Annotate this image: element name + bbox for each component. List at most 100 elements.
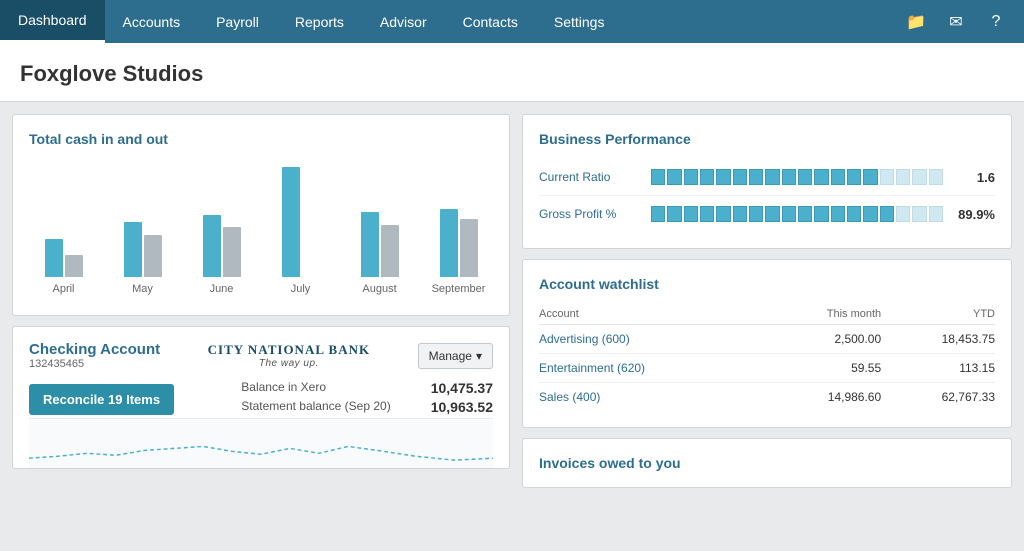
balance-xero-value: 10,475.37 xyxy=(431,380,493,396)
reconcile-button[interactable]: Reconcile 19 Items xyxy=(29,384,174,415)
bar-blue xyxy=(124,222,142,277)
bar-group-july: July xyxy=(266,157,335,295)
metric-seg xyxy=(667,206,681,222)
account-details: Reconcile 19 Items Balance in Xero 10,47… xyxy=(29,380,493,418)
metric-seg xyxy=(716,206,730,222)
checking-account-card: Checking Account 132435465 CITY NATIONAL… xyxy=(12,326,510,469)
bar-gray xyxy=(144,235,162,277)
col-account: Account xyxy=(539,304,765,325)
metric-seg xyxy=(684,169,698,185)
top-navigation: Dashboard Accounts Payroll Reports Advis… xyxy=(0,0,1024,43)
bank-logo: CITY NATIONAL BANK The way up. xyxy=(208,342,370,369)
watchlist-account-2[interactable]: Sales (400) xyxy=(539,383,765,412)
metric-seg xyxy=(847,206,861,222)
nav-dashboard[interactable]: Dashboard xyxy=(0,0,105,43)
metric-seg xyxy=(782,169,796,185)
metric-seg xyxy=(651,206,665,222)
watchlist-this-month-1: 59.55 xyxy=(765,354,881,383)
bar-blue xyxy=(203,215,221,277)
nav-settings[interactable]: Settings xyxy=(536,0,623,43)
metric-label-1[interactable]: Gross Profit % xyxy=(539,207,639,221)
statement-balance-value: 10,963.52 xyxy=(431,399,493,415)
bar-blue xyxy=(361,212,379,277)
bar-label: July xyxy=(291,283,311,295)
manage-button[interactable]: Manage ▾ xyxy=(418,343,493,369)
metric-seg xyxy=(929,206,943,222)
bar-label: August xyxy=(362,283,396,295)
folder-icon[interactable]: 📁 xyxy=(898,4,934,40)
chevron-down-icon: ▾ xyxy=(476,349,482,363)
metric-seg xyxy=(651,169,665,185)
bar-group-september: September xyxy=(424,157,493,295)
company-name: Foxglove Studios xyxy=(20,61,1004,87)
bar-group-may: May xyxy=(108,157,177,295)
right-panel: Business Performance Current Ratio1.6Gro… xyxy=(522,114,1012,488)
metric-seg xyxy=(765,169,779,185)
bar-label: May xyxy=(132,283,153,295)
bars-april xyxy=(45,157,83,277)
metric-row-0: Current Ratio1.6 xyxy=(539,159,995,196)
metric-seg xyxy=(814,169,828,185)
mini-chart-svg xyxy=(29,419,493,468)
metric-seg xyxy=(700,169,714,185)
bar-blue xyxy=(440,209,458,277)
account-title-block: Checking Account 132435465 xyxy=(29,341,160,370)
bar-blue xyxy=(45,239,63,277)
account-header: Checking Account 132435465 CITY NATIONAL… xyxy=(29,341,493,370)
metric-seg xyxy=(863,169,877,185)
watchlist-account-0[interactable]: Advertising (600) xyxy=(539,325,765,354)
col-ytd: YTD xyxy=(881,304,995,325)
bar-group-august: August xyxy=(345,157,414,295)
metric-seg xyxy=(896,206,910,222)
main-content: Total cash in and out AprilMayJuneJulyAu… xyxy=(0,102,1024,500)
statement-balance-label: Statement balance (Sep 20) xyxy=(241,399,390,415)
metrics-container: Current Ratio1.6Gross Profit %89.9% xyxy=(539,159,995,232)
cash-card: Total cash in and out AprilMayJuneJulyAu… xyxy=(12,114,510,316)
watchlist-table: Account This month YTD Advertising (600)… xyxy=(539,304,995,411)
watchlist-this-month-0: 2,500.00 xyxy=(765,325,881,354)
cash-card-title: Total cash in and out xyxy=(29,131,493,147)
nav-reports[interactable]: Reports xyxy=(277,0,362,43)
metric-seg xyxy=(863,206,877,222)
bar-label: April xyxy=(52,283,74,295)
watchlist-row-2: Sales (400)14,986.6062,767.33 xyxy=(539,383,995,412)
metric-seg xyxy=(798,206,812,222)
metric-bar-container-0 xyxy=(651,169,943,185)
nav-advisor[interactable]: Advisor xyxy=(362,0,445,43)
checking-account-title: Checking Account xyxy=(29,341,160,358)
metric-seg xyxy=(831,206,845,222)
watchlist-row-1: Entertainment (620)59.55113.15 xyxy=(539,354,995,383)
metric-seg xyxy=(896,169,910,185)
metric-seg xyxy=(733,169,747,185)
metric-seg xyxy=(880,206,894,222)
balance-info: Balance in Xero 10,475.37 Statement bala… xyxy=(241,380,493,418)
bars-september xyxy=(440,157,478,277)
metric-seg xyxy=(798,169,812,185)
watchlist-account-1[interactable]: Entertainment (620) xyxy=(539,354,765,383)
metric-seg xyxy=(814,206,828,222)
metric-seg xyxy=(749,206,763,222)
business-performance-title: Business Performance xyxy=(539,131,995,147)
metric-seg xyxy=(733,206,747,222)
nav-payroll[interactable]: Payroll xyxy=(198,0,277,43)
col-this-month: This month xyxy=(765,304,881,325)
account-number: 132435465 xyxy=(29,358,160,370)
metric-seg xyxy=(880,169,894,185)
metric-bar-container-1 xyxy=(651,206,943,222)
bar-chart: AprilMayJuneJulyAugustSeptember xyxy=(29,159,493,299)
invoices-title: Invoices owed to you xyxy=(523,439,1011,487)
watchlist-ytd-0: 18,453.75 xyxy=(881,325,995,354)
bar-gray xyxy=(223,227,241,277)
nav-utility-icons: 📁 ✉ ? xyxy=(898,0,1024,43)
bars-july xyxy=(282,157,320,277)
nav-accounts[interactable]: Accounts xyxy=(105,0,199,43)
watchlist-ytd-1: 113.15 xyxy=(881,354,995,383)
help-icon[interactable]: ? xyxy=(978,4,1014,40)
metric-row-1: Gross Profit %89.9% xyxy=(539,196,995,232)
nav-contacts[interactable]: Contacts xyxy=(445,0,536,43)
balance-xero-label: Balance in Xero xyxy=(241,380,326,396)
mail-icon[interactable]: ✉ xyxy=(938,4,974,40)
metric-label-0[interactable]: Current Ratio xyxy=(539,170,639,184)
metric-seg xyxy=(912,169,926,185)
metric-seg xyxy=(929,169,943,185)
